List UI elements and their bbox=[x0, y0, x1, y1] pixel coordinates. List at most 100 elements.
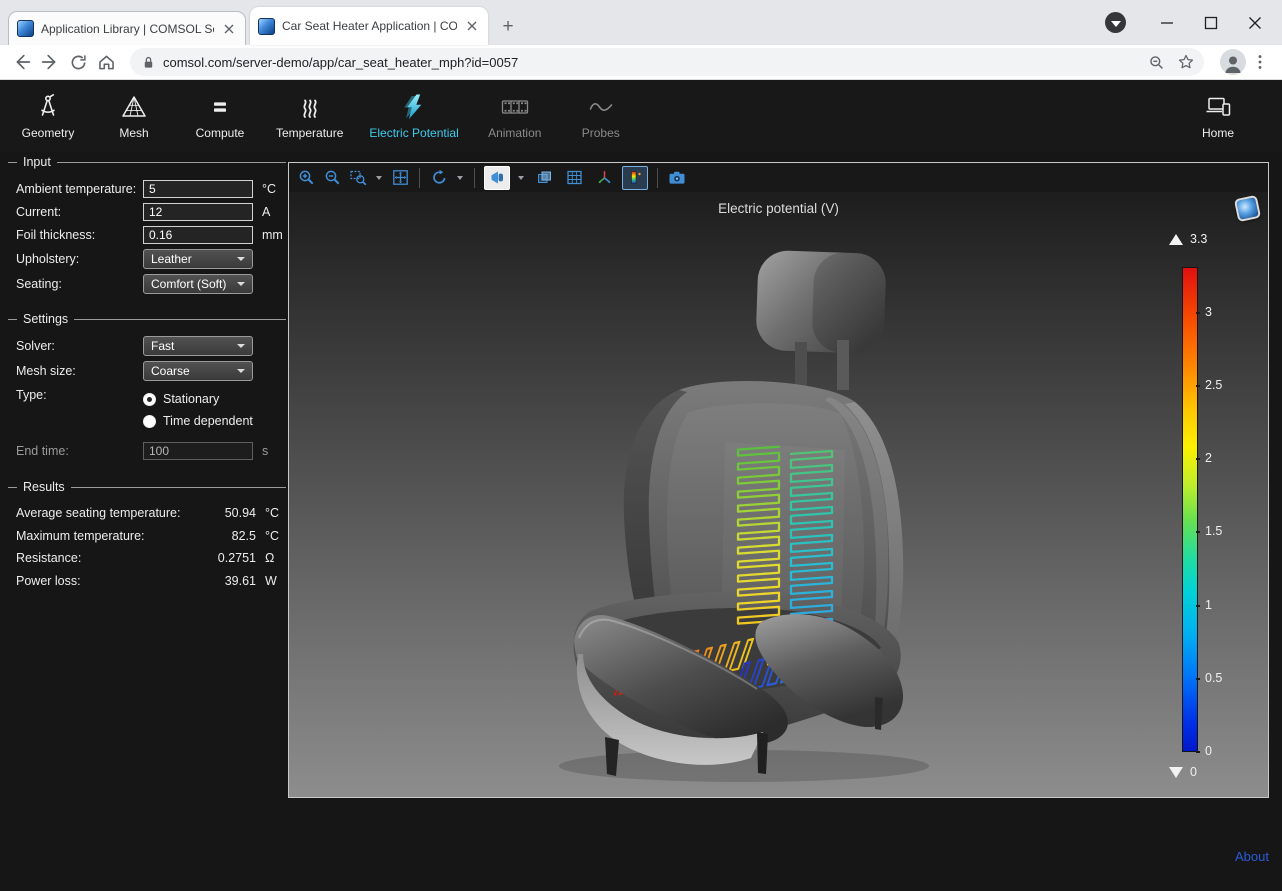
maximize-button[interactable] bbox=[1190, 7, 1232, 39]
colorbar-max-marker: 3.3 bbox=[1169, 232, 1207, 246]
tab-car-seat-heater[interactable]: Car Seat Heater Application | CO bbox=[250, 7, 488, 45]
tab-close-icon[interactable] bbox=[464, 18, 480, 34]
triangle-down-icon bbox=[1169, 767, 1183, 778]
colorbar-tick: 2.5 bbox=[1205, 378, 1222, 392]
field-label: Foil thickness: bbox=[16, 228, 143, 242]
field-row: Ambient temperature: °C bbox=[16, 177, 286, 200]
forward-icon[interactable] bbox=[36, 48, 64, 76]
axis-orientation-icon[interactable] bbox=[592, 167, 616, 189]
plot-title: Electric potential (V) bbox=[289, 201, 1268, 216]
tab-title: Car Seat Heater Application | CO bbox=[282, 19, 457, 33]
snapshot-camera-icon[interactable] bbox=[667, 168, 687, 188]
comsol-logo-icon[interactable] bbox=[1234, 195, 1261, 222]
radio-time-dependent[interactable]: Time dependent bbox=[143, 410, 253, 432]
radio-icon bbox=[143, 415, 156, 428]
ribbon-button-compute[interactable]: Compute bbox=[184, 89, 256, 144]
mesh-triangle-icon bbox=[120, 93, 148, 121]
new-tab-button[interactable]: + bbox=[494, 13, 522, 41]
zoom-extents-icon[interactable] bbox=[390, 168, 410, 188]
result-unit: °C bbox=[256, 506, 286, 520]
ribbon-button-temperature[interactable]: Temperature bbox=[270, 89, 349, 144]
upholstery-select[interactable]: Leather bbox=[143, 249, 253, 269]
field-label: Type: bbox=[16, 388, 143, 432]
field-row: Current: A bbox=[16, 200, 286, 223]
toolbar-separator bbox=[657, 168, 658, 188]
scene-light-icon[interactable] bbox=[484, 166, 510, 190]
field-label: Ambient temperature: bbox=[16, 182, 143, 196]
result-value: 39.61 bbox=[200, 574, 256, 588]
result-unit: W bbox=[256, 574, 286, 588]
browser-update-icon[interactable] bbox=[1105, 12, 1126, 33]
chevron-down-icon[interactable] bbox=[518, 176, 524, 180]
grid-icon[interactable] bbox=[562, 167, 586, 189]
chevron-down-icon bbox=[237, 257, 245, 261]
result-row: Average seating temperature: 50.94 °C bbox=[16, 502, 286, 525]
url-field[interactable]: comsol.com/server-demo/app/car_seat_heat… bbox=[130, 48, 1204, 76]
field-unit: A bbox=[253, 205, 286, 219]
field-unit: s bbox=[253, 444, 286, 458]
lightning-bolt-icon bbox=[400, 93, 428, 121]
plot-canvas[interactable]: Electric potential (V) 3 2.5 2 1.5 1 0.5… bbox=[289, 192, 1268, 797]
result-row: Power loss: 39.61 W bbox=[16, 570, 286, 593]
sine-wave-icon bbox=[587, 93, 615, 121]
field-row: Seating: Comfort (Soft) bbox=[16, 271, 286, 296]
field-row: Foil thickness: mm bbox=[16, 223, 286, 246]
minimize-button[interactable] bbox=[1146, 7, 1188, 39]
field-row: End time: s bbox=[16, 438, 286, 463]
chevron-down-icon bbox=[237, 369, 245, 373]
chevron-down-icon[interactable] bbox=[376, 176, 382, 180]
car-seat-3d-model bbox=[289, 192, 1268, 797]
bookmark-star-icon[interactable] bbox=[1172, 48, 1200, 76]
mesh-size-select[interactable]: Coarse bbox=[143, 361, 253, 381]
zoom-out-icon[interactable] bbox=[322, 168, 342, 188]
ribbon-button-home[interactable]: Home bbox=[1182, 89, 1254, 144]
tab-strip: Application Library | COMSOL Se Car Seat… bbox=[0, 0, 1282, 45]
ribbon-button-geometry[interactable]: Geometry bbox=[12, 89, 84, 144]
chevron-down-icon[interactable] bbox=[457, 176, 463, 180]
result-unit: Ω bbox=[256, 551, 286, 565]
parameter-panel: Input Ambient temperature: °C Current: A… bbox=[8, 155, 286, 592]
devices-icon bbox=[1203, 93, 1233, 121]
seating-select[interactable]: Comfort (Soft) bbox=[143, 274, 253, 294]
field-unit: mm bbox=[253, 228, 286, 242]
tab-close-icon[interactable] bbox=[221, 21, 237, 37]
ribbon-button-animation: Animation bbox=[479, 89, 551, 144]
solver-select[interactable]: Fast bbox=[143, 336, 253, 356]
ambient-temperature-input[interactable] bbox=[143, 180, 253, 198]
colorbar-tick: 1.5 bbox=[1205, 524, 1222, 538]
tab-application-library[interactable]: Application Library | COMSOL Se bbox=[8, 11, 246, 45]
current-input[interactable] bbox=[143, 203, 253, 221]
rotate-view-icon[interactable] bbox=[429, 168, 449, 188]
zoom-indicator-icon[interactable] bbox=[1142, 48, 1170, 76]
radio-icon bbox=[143, 393, 156, 406]
result-unit: °C bbox=[256, 529, 286, 543]
field-row: Solver: Fast bbox=[16, 333, 286, 358]
heat-waves-icon bbox=[296, 93, 324, 121]
equals-icon bbox=[206, 93, 234, 121]
ribbon-button-mesh[interactable]: Mesh bbox=[98, 89, 170, 144]
url-text: comsol.com/server-demo/app/car_seat_heat… bbox=[163, 55, 518, 70]
ribbon-button-electric-potential[interactable]: Electric Potential bbox=[363, 89, 464, 144]
foil-thickness-input[interactable] bbox=[143, 226, 253, 244]
field-row: Mesh size: Coarse bbox=[16, 358, 286, 383]
radio-stationary[interactable]: Stationary bbox=[143, 388, 253, 410]
tab-title: Application Library | COMSOL Se bbox=[41, 22, 214, 36]
profile-avatar[interactable] bbox=[1220, 49, 1246, 75]
reload-icon[interactable] bbox=[64, 48, 92, 76]
chevron-down-icon bbox=[237, 282, 245, 286]
about-link[interactable]: About bbox=[1235, 849, 1269, 864]
browser-window: Application Library | COMSOL Se Car Seat… bbox=[0, 0, 1282, 891]
zoom-box-icon[interactable] bbox=[348, 168, 368, 188]
back-icon[interactable] bbox=[8, 48, 36, 76]
browser-menu-icon[interactable] bbox=[1246, 48, 1274, 76]
end-time-input bbox=[143, 442, 253, 460]
close-window-button[interactable] bbox=[1234, 7, 1276, 39]
zoom-in-icon[interactable] bbox=[296, 168, 316, 188]
browser-home-icon[interactable] bbox=[92, 48, 120, 76]
color-legend-icon[interactable] bbox=[622, 166, 648, 190]
address-bar: comsol.com/server-demo/app/car_seat_heat… bbox=[0, 45, 1282, 80]
transparency-icon[interactable] bbox=[532, 167, 556, 189]
colorbar-tick: 0 bbox=[1205, 744, 1212, 758]
result-value: 0.2751 bbox=[200, 551, 256, 565]
app-ribbon: Geometry Mesh Compute Temperature Electr… bbox=[0, 80, 1282, 152]
